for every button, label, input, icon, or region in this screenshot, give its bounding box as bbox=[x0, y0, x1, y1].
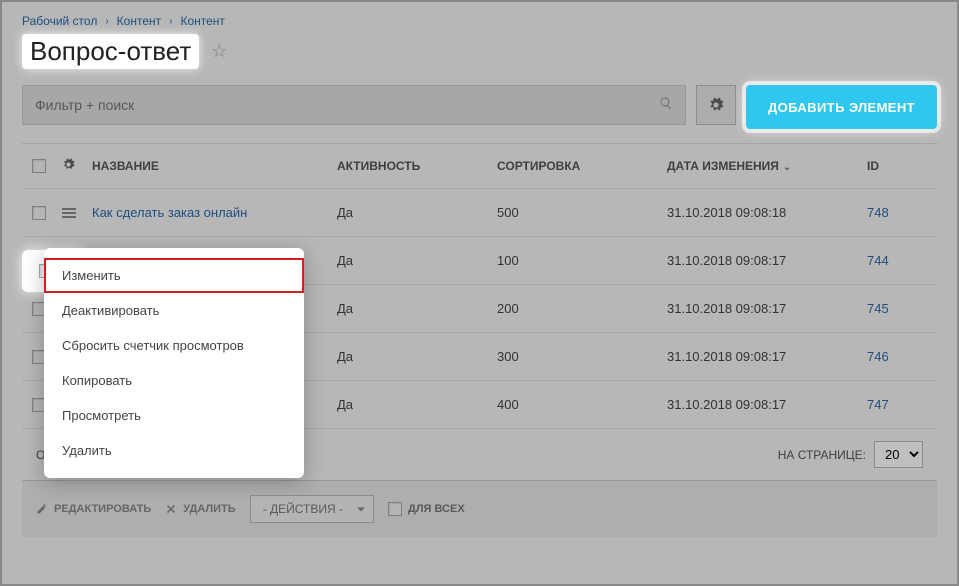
add-element-button[interactable]: ДОБАВИТЬ ЭЛЕМЕНТ bbox=[746, 85, 937, 129]
col-sort[interactable]: СОРТИРОВКА bbox=[497, 159, 667, 173]
for-all-checkbox[interactable]: ДЛЯ ВСЕХ bbox=[388, 502, 465, 516]
ctx-view[interactable]: Просмотреть bbox=[44, 398, 304, 433]
row-sort: 100 bbox=[497, 253, 667, 268]
row-active: Да bbox=[337, 397, 497, 412]
col-name[interactable]: НАЗВАНИЕ bbox=[92, 159, 337, 173]
row-id-link[interactable]: 745 bbox=[867, 301, 927, 316]
filter-search-box[interactable] bbox=[22, 85, 686, 125]
row-active: Да bbox=[337, 349, 497, 364]
table-header: НАЗВАНИЕ АКТИВНОСТЬ СОРТИРОВКА ДАТА ИЗМЕ… bbox=[22, 143, 937, 188]
star-icon[interactable]: ☆ bbox=[211, 41, 227, 62]
table-row: Как сделать заказ онлайн Да 500 31.10.20… bbox=[22, 188, 937, 236]
row-active: Да bbox=[337, 301, 497, 316]
row-modified: 31.10.2018 09:08:17 bbox=[667, 301, 867, 316]
breadcrumb: Рабочий стол › Контент › Контент bbox=[22, 14, 937, 34]
page-title: Вопрос-ответ bbox=[22, 34, 199, 69]
col-modified[interactable]: ДАТА ИЗМЕНЕНИЯ⌄ bbox=[667, 159, 867, 173]
per-page-select[interactable]: 20 bbox=[874, 441, 923, 468]
context-menu: Изменить Деактивировать Сбросить счетчик… bbox=[44, 248, 304, 478]
settings-button[interactable] bbox=[696, 85, 736, 125]
search-icon[interactable] bbox=[659, 96, 673, 115]
ctx-deactivate[interactable]: Деактивировать bbox=[44, 293, 304, 328]
row-id-link[interactable]: 746 bbox=[867, 349, 927, 364]
actions-dropdown[interactable]: - ДЕЙСТВИЯ - bbox=[250, 495, 374, 523]
row-menu-icon[interactable] bbox=[62, 208, 76, 218]
row-id-link[interactable]: 744 bbox=[867, 253, 927, 268]
row-name-link[interactable]: Как сделать заказ онлайн bbox=[92, 205, 337, 220]
breadcrumb-item[interactable]: Контент bbox=[117, 14, 161, 28]
breadcrumb-item[interactable]: Контент bbox=[180, 14, 224, 28]
sort-desc-icon: ⌄ bbox=[783, 162, 791, 173]
breadcrumb-item[interactable]: Рабочий стол bbox=[22, 14, 97, 28]
row-id-link[interactable]: 748 bbox=[867, 205, 927, 220]
select-all-checkbox[interactable] bbox=[32, 159, 46, 173]
row-modified: 31.10.2018 09:08:17 bbox=[667, 349, 867, 364]
row-sort: 300 bbox=[497, 349, 667, 364]
action-bar: РЕДАКТИРОВАТЬ УДАЛИТЬ - ДЕЙСТВИЯ - ДЛЯ В… bbox=[22, 480, 937, 537]
ctx-delete[interactable]: Удалить bbox=[44, 433, 304, 468]
ctx-edit[interactable]: Изменить bbox=[44, 258, 304, 293]
row-active: Да bbox=[337, 253, 497, 268]
per-page-label: НА СТРАНИЦЕ: bbox=[778, 448, 866, 462]
row-modified: 31.10.2018 09:08:18 bbox=[667, 205, 867, 220]
row-sort: 200 bbox=[497, 301, 667, 316]
row-modified: 31.10.2018 09:08:17 bbox=[667, 253, 867, 268]
chevron-right-icon: › bbox=[169, 16, 172, 27]
row-id-link[interactable]: 747 bbox=[867, 397, 927, 412]
ctx-reset-views[interactable]: Сбросить счетчик просмотров bbox=[44, 328, 304, 363]
ctx-copy[interactable]: Копировать bbox=[44, 363, 304, 398]
row-modified: 31.10.2018 09:08:17 bbox=[667, 397, 867, 412]
col-id[interactable]: ID bbox=[867, 159, 927, 173]
col-active[interactable]: АКТИВНОСТЬ bbox=[337, 159, 497, 173]
chevron-right-icon: › bbox=[105, 16, 108, 27]
row-active: Да bbox=[337, 205, 497, 220]
row-sort: 400 bbox=[497, 397, 667, 412]
row-checkbox[interactable] bbox=[32, 206, 46, 220]
columns-settings-icon[interactable] bbox=[62, 158, 92, 174]
row-sort: 500 bbox=[497, 205, 667, 220]
delete-action-button[interactable]: УДАЛИТЬ bbox=[165, 503, 235, 515]
search-input[interactable] bbox=[35, 97, 651, 113]
edit-action-button[interactable]: РЕДАКТИРОВАТЬ bbox=[36, 503, 151, 515]
